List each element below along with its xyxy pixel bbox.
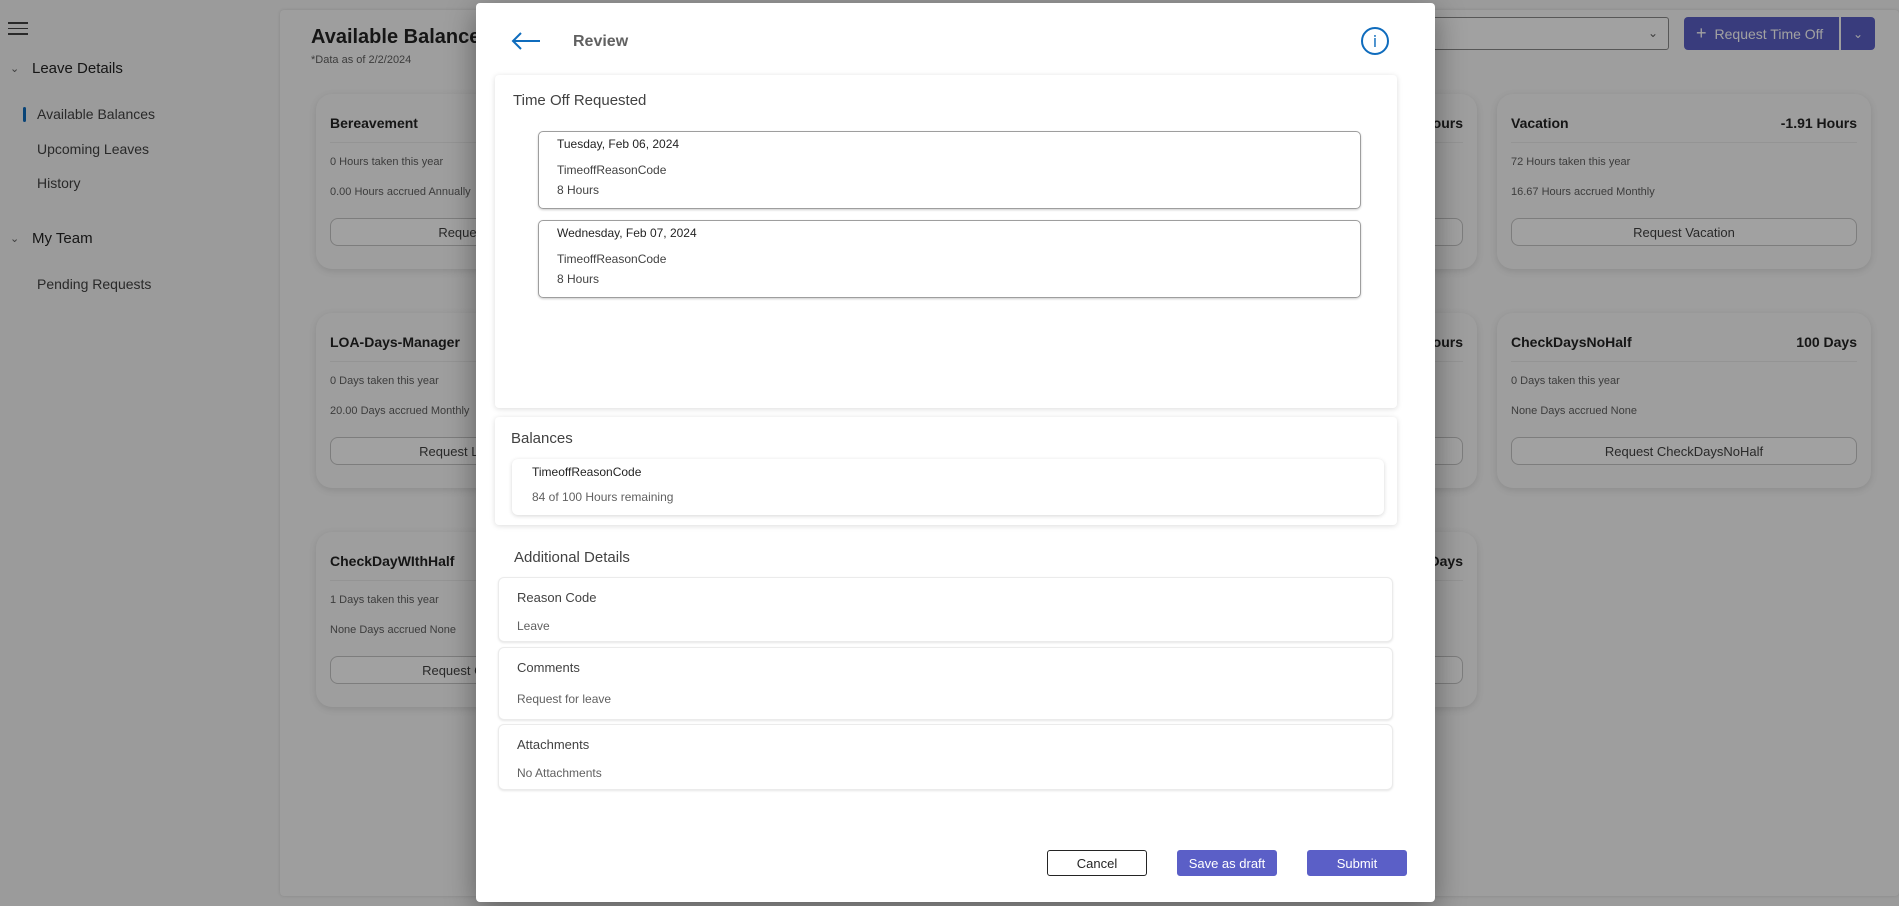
- section-heading: Time Off Requested: [513, 92, 647, 109]
- balance-item: TimeoffReasonCode 84 of 100 Hours remain…: [512, 459, 1384, 515]
- entry-reason-code: TimeoffReasonCode: [557, 163, 667, 177]
- submit-button[interactable]: Submit: [1307, 850, 1407, 876]
- time-off-entry: Wednesday, Feb 07, 2024 TimeoffReasonCod…: [538, 220, 1361, 298]
- cancel-button[interactable]: Cancel: [1047, 850, 1147, 876]
- entry-hours: 8 Hours: [557, 183, 600, 197]
- comments-field: Comments Request for leave: [498, 647, 1393, 720]
- entry-hours: 8 Hours: [557, 272, 600, 286]
- info-icon[interactable]: i: [1361, 27, 1389, 55]
- entry-reason-code: TimeoffReasonCode: [557, 252, 667, 266]
- balance-code: TimeoffReasonCode: [532, 465, 642, 479]
- balances-section: Balances TimeoffReasonCode 84 of 100 Hou…: [495, 417, 1397, 525]
- additional-details-heading: Additional Details: [514, 549, 630, 566]
- time-off-requested-section: Time Off Requested Tuesday, Feb 06, 2024…: [495, 75, 1397, 408]
- field-value: Request for leave: [517, 692, 612, 706]
- entry-date: Tuesday, Feb 06, 2024: [557, 137, 680, 151]
- section-heading: Balances: [511, 430, 573, 447]
- field-label: Attachments: [517, 737, 590, 752]
- field-label: Reason Code: [517, 590, 597, 605]
- dialog-title: Review: [573, 33, 629, 50]
- review-dialog: Review i Time Off Requested Tuesday, Feb…: [476, 3, 1435, 902]
- balance-remaining: 84 of 100 Hours remaining: [532, 490, 674, 504]
- field-label: Comments: [517, 660, 580, 675]
- attachments-field: Attachments No Attachments: [498, 724, 1393, 790]
- back-arrow-icon[interactable]: [511, 31, 541, 51]
- save-as-draft-button[interactable]: Save as draft: [1177, 850, 1277, 876]
- entry-date: Wednesday, Feb 07, 2024: [557, 226, 697, 240]
- field-value: No Attachments: [517, 766, 602, 780]
- reason-code-field: Reason Code Leave: [498, 577, 1393, 642]
- field-value: Leave: [517, 619, 550, 633]
- time-off-entry: Tuesday, Feb 06, 2024 TimeoffReasonCode …: [538, 131, 1361, 209]
